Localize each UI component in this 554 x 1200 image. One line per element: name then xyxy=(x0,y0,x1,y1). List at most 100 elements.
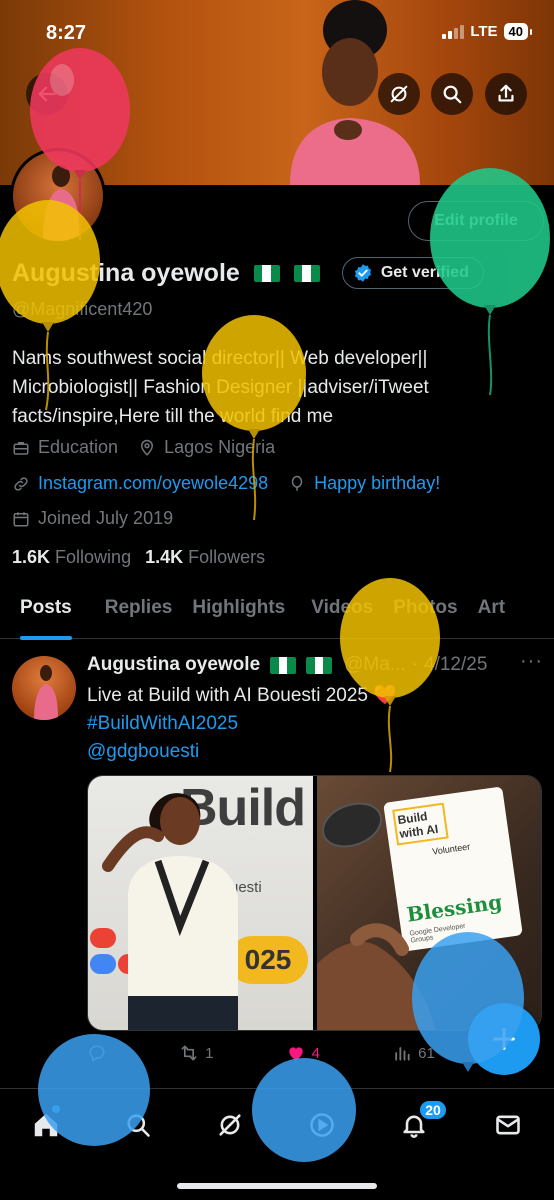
post-avatar[interactable] xyxy=(12,656,76,720)
following-count: 1.6K xyxy=(12,547,51,567)
share-icon xyxy=(498,84,514,102)
like-button[interactable]: 4 xyxy=(286,1043,320,1063)
location-pin-icon xyxy=(141,439,154,456)
grok-icon xyxy=(390,85,408,103)
post-more-button[interactable]: ··· xyxy=(520,650,543,673)
battery-icon: 40 xyxy=(503,23,533,40)
profile-meta-row-1: Education Lagos Nigeria xyxy=(12,437,275,458)
profile-meta-row-2: Instagram.com/oyewole4298 Happy birthday… xyxy=(12,473,440,494)
post-body: Live at Build with AI Bouesti 2025 ❤️ #B… xyxy=(87,682,527,766)
plus-icon xyxy=(493,1028,515,1050)
bio-line: facts/inspire,Here till the world find m… xyxy=(12,406,334,427)
bio-line: Nams southwest social director|| Web dev… xyxy=(12,348,428,369)
tab-photos[interactable]: Photos xyxy=(393,587,457,639)
balloon-icon xyxy=(291,475,303,491)
profile-name-row: Augustina oyewole Get verified xyxy=(12,257,484,289)
nav-videos[interactable] xyxy=(304,1107,340,1143)
views-icon xyxy=(395,1047,410,1061)
followers-count: 1.4K xyxy=(145,547,184,567)
post-text: Live at Build with AI Bouesti 2025 ❤️ xyxy=(87,685,397,706)
tab-posts[interactable]: Posts xyxy=(20,587,72,640)
play-icon xyxy=(310,1113,334,1137)
post-media: Build with A uesti 025 Build with AI Vol… xyxy=(87,775,542,1031)
post-handle: @Ma... xyxy=(344,654,406,675)
arrow-left-icon xyxy=(38,86,56,102)
share-button[interactable] xyxy=(485,73,527,115)
nigeria-flag-icon xyxy=(270,656,297,674)
profile-bio: Nams southwest social director|| Web dev… xyxy=(12,344,512,431)
home-icon xyxy=(34,1113,58,1137)
mail-icon xyxy=(496,1115,520,1135)
network-label: LTE xyxy=(470,23,498,40)
post-image-left[interactable]: Build with A uesti 025 xyxy=(88,776,313,1030)
nav-messages[interactable] xyxy=(490,1107,526,1143)
home-indicator xyxy=(177,1183,377,1189)
grok-button[interactable] xyxy=(378,73,420,115)
followers-label: Followers xyxy=(188,547,266,567)
tab-art[interactable]: Art xyxy=(478,587,505,639)
post-header: Augustina oyewole @Ma... · 4/12/25 xyxy=(87,654,487,676)
avatar-photo xyxy=(43,165,80,241)
profile-tabs: Posts Replies Highlights Videos Photos A… xyxy=(0,587,554,640)
post-author[interactable]: Augustina oyewole xyxy=(87,654,260,676)
lanyard-badge xyxy=(316,794,388,856)
followers-link[interactable]: 1.4K Followers xyxy=(145,547,265,568)
location-text: Lagos Nigeria xyxy=(164,437,276,457)
profile-joined: Joined July 2019 xyxy=(12,508,173,529)
edit-profile-button[interactable]: Edit profile xyxy=(408,201,544,241)
nav-home[interactable] xyxy=(28,1105,64,1143)
following-link[interactable]: 1.6K Following xyxy=(12,547,131,568)
profile-avatar[interactable] xyxy=(10,148,106,244)
repost-icon xyxy=(181,1045,197,1061)
briefcase-icon xyxy=(13,441,29,455)
website-link[interactable]: Instagram.com/oyewole4298 xyxy=(38,473,268,494)
grok-icon xyxy=(219,1114,241,1136)
compose-button[interactable] xyxy=(468,1003,540,1075)
reply-icon xyxy=(89,1045,105,1062)
post-date: 4/12/25 xyxy=(424,654,488,675)
person-photo xyxy=(102,793,238,1030)
post-mention[interactable]: @gdgbouesti xyxy=(87,738,527,766)
tab-replies[interactable]: Replies xyxy=(105,587,173,639)
tab-videos[interactable]: Videos xyxy=(311,587,373,639)
post-image-right[interactable]: Build with AI Volunteer Blessing Google … xyxy=(316,776,541,1030)
hand-photo xyxy=(316,923,436,1030)
birthday-link[interactable]: Happy birthday! xyxy=(314,473,440,494)
nigeria-flag-icon xyxy=(306,656,333,674)
views-button[interactable]: 61 xyxy=(392,1043,435,1063)
post-hashtag[interactable]: #BuildWithAI2025 xyxy=(87,710,527,738)
nav-search[interactable] xyxy=(120,1107,156,1143)
repost-button[interactable]: 1 xyxy=(179,1043,214,1063)
profile-category: Education xyxy=(12,437,118,458)
nav-grok[interactable] xyxy=(212,1107,248,1143)
heart-icon xyxy=(288,1047,303,1061)
verified-badge-icon xyxy=(354,264,371,282)
tab-highlights[interactable]: Highlights xyxy=(192,587,285,639)
joined-text: Joined July 2019 xyxy=(38,508,174,528)
get-verified-label: Get verified xyxy=(380,264,469,281)
profile-name: Augustina oyewole xyxy=(12,258,240,287)
post-actions: 1 4 61 xyxy=(87,1043,527,1063)
nav-notifications[interactable]: 20 xyxy=(396,1099,448,1143)
follow-stats: 1.6K Following 1.4K Followers xyxy=(12,547,265,568)
badge-role: Volunteer xyxy=(431,841,471,857)
search-button[interactable] xyxy=(431,73,473,115)
link-icon xyxy=(14,476,28,491)
nigeria-flag-icon xyxy=(293,264,320,282)
repost-count: 1 xyxy=(205,1044,214,1062)
notifications-badge: 20 xyxy=(418,1099,448,1121)
status-time: 8:27 xyxy=(46,22,87,44)
reply-button[interactable] xyxy=(87,1043,107,1063)
signal-icon xyxy=(442,24,465,39)
badge-title: Build with AI xyxy=(391,802,449,846)
profile-meta-row-3: Joined July 2019 xyxy=(12,508,173,529)
post-dot: · xyxy=(411,654,418,675)
following-label: Following xyxy=(55,547,132,567)
nigeria-flag-icon xyxy=(253,264,280,282)
profile-website[interactable]: Instagram.com/oyewole4298 xyxy=(12,473,268,494)
banner-photo xyxy=(290,0,420,185)
profile-birthday[interactable]: Happy birthday! xyxy=(288,473,440,494)
status-indicators: LTE 40 xyxy=(442,23,533,40)
back-button[interactable] xyxy=(26,73,68,115)
get-verified-button[interactable]: Get verified xyxy=(341,257,484,289)
